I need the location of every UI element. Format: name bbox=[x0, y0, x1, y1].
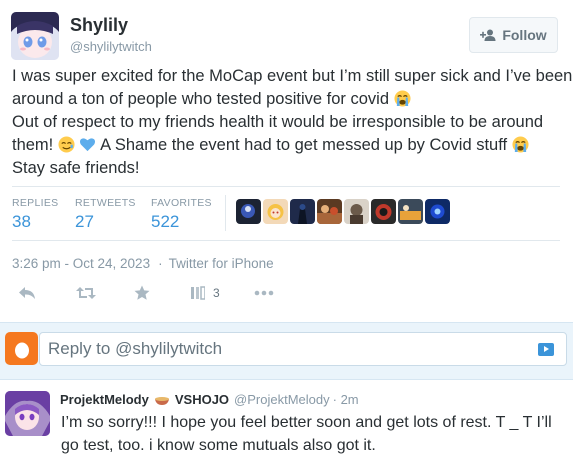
stats-divider-bottom bbox=[12, 240, 560, 241]
reply-time[interactable]: · 2m bbox=[333, 392, 359, 407]
favoriter-avatar[interactable] bbox=[398, 199, 423, 224]
tweet-text-segment: I was super excited for the MoCap event … bbox=[12, 67, 573, 85]
author-handle[interactable]: @shylilytwitch bbox=[70, 39, 152, 54]
tweet-card: Shylily @shylilytwitch Follow I was supe… bbox=[0, 0, 573, 318]
author-name[interactable]: Shylily bbox=[70, 15, 128, 36]
reply-header: ProjektMelody VSHOJO @ProjektMelody · 2m bbox=[60, 392, 359, 407]
reply-compose: Reply to @shylilytwitch bbox=[0, 322, 573, 380]
meta-separator: · bbox=[158, 256, 163, 271]
tweet-text-line: Out of respect to my friends health it w… bbox=[12, 111, 562, 134]
reply-text-line: I’m so sorry!!! I hope you feel better s… bbox=[61, 414, 552, 431]
reply-text-line: go test, too. i know some mutuals also g… bbox=[61, 437, 376, 454]
replies-stat[interactable]: REPLIES 38 bbox=[12, 197, 58, 232]
reply-text: I’m so sorry!!! I hope you feel better s… bbox=[61, 411, 561, 457]
views-icon bbox=[191, 286, 205, 300]
tweet-actions: 3 bbox=[0, 282, 573, 306]
tweet-timestamp[interactable]: 3:26 pm - Oct 24, 2023 bbox=[12, 256, 150, 271]
favoriter-avatar[interactable] bbox=[263, 199, 288, 224]
more-button[interactable] bbox=[254, 282, 274, 304]
favoriter-avatar[interactable] bbox=[425, 199, 450, 224]
retweets-label: RETWEETS bbox=[75, 197, 136, 209]
favorite-button[interactable] bbox=[134, 282, 150, 304]
favorites-stat[interactable]: FAVORITES 522 bbox=[151, 197, 212, 232]
tweet-text-segment: A Shame the event had to get messed up b… bbox=[100, 136, 508, 154]
follow-button[interactable]: Follow bbox=[469, 17, 558, 53]
tweet-text-segment: Out of respect to my friends health it w… bbox=[12, 113, 544, 131]
tweet-text-segment: them! bbox=[12, 136, 54, 154]
tweet-text-line: them! A Shame the event had to get messe… bbox=[12, 134, 562, 157]
blue-heart-emoji bbox=[80, 138, 96, 152]
smiling-face-with-tear-emoji bbox=[58, 136, 75, 153]
retweet-button[interactable] bbox=[76, 282, 96, 304]
tweet-text: I was super excited for the MoCap event … bbox=[12, 65, 572, 180]
favorites-count[interactable]: 522 bbox=[151, 212, 212, 232]
crying-face-emoji bbox=[394, 90, 411, 107]
favoriter-avatar[interactable] bbox=[236, 199, 261, 224]
reply-icon bbox=[18, 286, 36, 300]
reply-author-avatar[interactable] bbox=[5, 391, 50, 436]
author-avatar[interactable] bbox=[11, 12, 59, 60]
tweet-text-line: Stay safe friends! bbox=[12, 157, 562, 180]
replies-count[interactable]: 38 bbox=[12, 212, 58, 232]
views-button[interactable]: 3 bbox=[191, 282, 220, 304]
favoriter-avatar[interactable] bbox=[371, 199, 396, 224]
favorites-label: FAVORITES bbox=[151, 197, 212, 209]
follow-label: Follow bbox=[502, 27, 547, 43]
replies-label: REPLIES bbox=[12, 197, 59, 209]
bowl-emoji bbox=[154, 396, 169, 405]
more-icon bbox=[254, 290, 274, 296]
favoriter-avatar[interactable] bbox=[317, 199, 342, 224]
favorite-icon bbox=[134, 285, 150, 301]
reply-placeholder: Reply to @shylilytwitch bbox=[48, 339, 223, 358]
views-count: 3 bbox=[213, 286, 220, 300]
favoriter-avatar[interactable] bbox=[344, 199, 369, 224]
reply-button[interactable] bbox=[18, 282, 36, 304]
tweet-text-segment: around a ton of people who tested positi… bbox=[12, 90, 389, 108]
follow-user-icon bbox=[480, 29, 496, 41]
retweets-stat[interactable]: RETWEETS 27 bbox=[75, 197, 136, 232]
retweet-icon bbox=[76, 286, 96, 300]
tweet-text-segment: Stay safe friends! bbox=[12, 159, 140, 177]
favoriter-avatars bbox=[236, 199, 450, 224]
retweets-count[interactable]: 27 bbox=[75, 212, 136, 232]
reply-tweet: ProjektMelody VSHOJO @ProjektMelody · 2m… bbox=[0, 381, 573, 458]
stats-divider-top bbox=[12, 186, 560, 187]
stats-divider bbox=[225, 195, 226, 231]
photo-icon[interactable] bbox=[538, 343, 554, 356]
reply-author-name[interactable]: ProjektMelody bbox=[60, 392, 149, 407]
favoriter-avatar[interactable] bbox=[290, 199, 315, 224]
crying-face-emoji bbox=[512, 136, 529, 153]
reply-input[interactable]: Reply to @shylilytwitch bbox=[39, 332, 567, 366]
tweet-text-line: I was super excited for the MoCap event … bbox=[12, 65, 572, 88]
tweet-source: Twitter for iPhone bbox=[168, 256, 274, 271]
tweet-meta: 3:26 pm - Oct 24, 2023 · Twitter for iPhon… bbox=[12, 256, 274, 271]
current-user-avatar[interactable] bbox=[5, 332, 38, 365]
reply-author-handle[interactable]: @ProjektMelody bbox=[234, 392, 330, 407]
tweet-text-line: around a ton of people who tested positi… bbox=[12, 88, 562, 111]
reply-author-org: VSHOJO bbox=[174, 392, 230, 407]
